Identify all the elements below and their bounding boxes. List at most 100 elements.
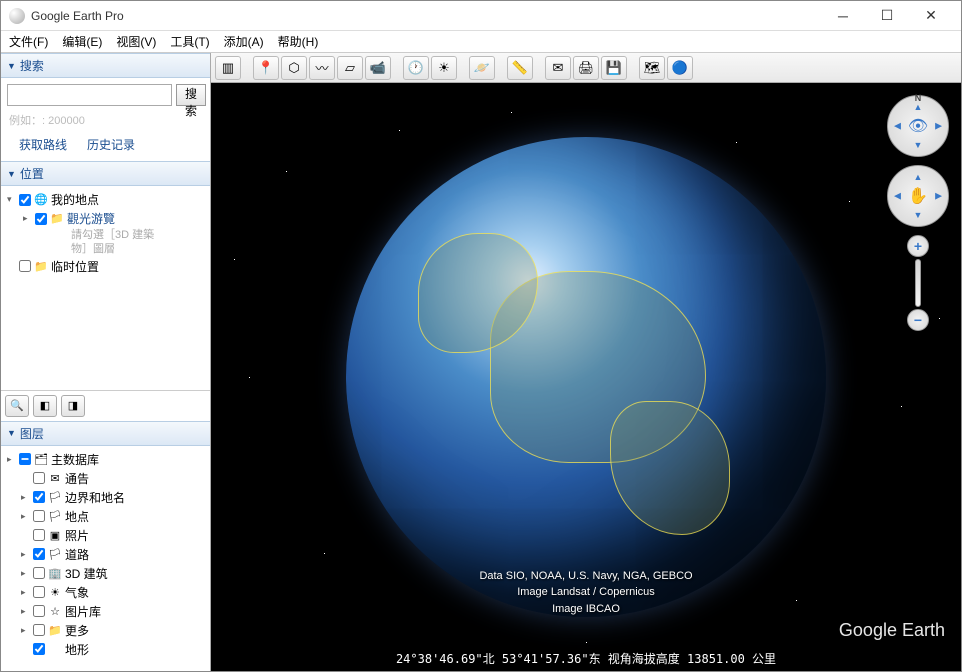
layer-checkbox[interactable] — [33, 643, 45, 655]
temp-checkbox[interactable] — [19, 260, 31, 272]
planet-button[interactable]: 🪐 — [469, 56, 495, 80]
get-directions-link[interactable]: 获取路线 — [19, 136, 67, 153]
layer-checkbox[interactable] — [33, 567, 45, 579]
tour-checkbox[interactable] — [35, 213, 47, 225]
layer-item[interactable]: 地形 — [5, 640, 206, 659]
layer-item[interactable]: ▸☆图片库 — [5, 602, 206, 621]
view-maps-button[interactable]: 🗺 — [639, 56, 665, 80]
search-places-button[interactable]: 🔍 — [5, 395, 29, 417]
expand-caret[interactable]: ▸ — [21, 625, 31, 636]
globe-viewport[interactable]: 👁 ▲ ▼ ◀ ▶ ✋ ▲ ▼ ◀ ▶ + − — [211, 83, 961, 671]
app-icon — [9, 8, 25, 24]
search-input[interactable] — [7, 84, 172, 106]
history-link[interactable]: 历史记录 — [87, 136, 135, 153]
menu-help[interactable]: 帮助(H) — [278, 33, 319, 50]
menu-add[interactable]: 添加(A) — [224, 33, 264, 50]
path-button[interactable]: 〰 — [309, 56, 335, 80]
save-image-button[interactable]: 💾 — [601, 56, 627, 80]
layers-tree: ▸🗂主数据库✉通告▸🏳边界和地名▸🏳地点▣照片▸🏳道路▸🏢3D 建筑▸☀气象▸☆… — [1, 446, 210, 671]
sphere-button[interactable]: 🔵 — [667, 56, 693, 80]
print-button[interactable]: 🖨 — [573, 56, 599, 80]
close-button[interactable]: ✕ — [909, 1, 953, 31]
polygon-button[interactable]: ⬡ — [281, 56, 307, 80]
expand-caret[interactable]: ▸ — [21, 511, 31, 522]
menu-view[interactable]: 视图(V) — [116, 33, 156, 50]
layers-panel-header[interactable]: 图层 — [1, 421, 210, 446]
window-title: Google Earth Pro — [31, 9, 821, 23]
expand-caret[interactable]: ▸ — [21, 587, 31, 598]
menu-edit[interactable]: 编辑(E) — [62, 33, 102, 50]
main-toolbar: ▥ 📍 ⬡ 〰 ▱ 📹 🕐 ☀ 🪐 📏 ✉ 🖨 💾 🗺 🔵 — [211, 53, 961, 83]
layer-checkbox[interactable] — [33, 491, 45, 503]
places-my-places[interactable]: ▾🌐我的地点 — [5, 190, 206, 209]
tour-hint: 請勾選［3D 建築物］圖層 — [21, 228, 206, 257]
layer-icon: ☀ — [47, 585, 63, 599]
layer-checkbox[interactable] — [33, 510, 45, 522]
email-button[interactable]: ✉ — [545, 56, 571, 80]
menu-tools[interactable]: 工具(T) — [170, 33, 209, 50]
layer-item[interactable]: ▸🏳边界和地名 — [5, 488, 206, 507]
history-button[interactable]: 🕐 — [403, 56, 429, 80]
overlay-button[interactable]: ▱ — [337, 56, 363, 80]
layer-item[interactable]: ▣照片 — [5, 526, 206, 545]
zoom-out-button[interactable]: − — [907, 309, 929, 331]
layer-checkbox[interactable] — [33, 586, 45, 598]
search-panel-header[interactable]: 搜索 — [1, 53, 210, 78]
hide-sidebar-button[interactable]: ▥ — [215, 56, 241, 80]
status-bar: 24°38'46.69"北 53°41'57.36"东 视角海拔高度 13851… — [211, 650, 961, 667]
layer-icon: 🏳 — [47, 509, 63, 523]
layer-checkbox[interactable] — [19, 453, 31, 465]
expand-caret[interactable]: ▸ — [21, 606, 31, 617]
titlebar: Google Earth Pro ─ ☐ ✕ — [1, 1, 961, 31]
layer-label: 3D 建筑 — [65, 565, 108, 582]
zoom-in-button[interactable]: + — [907, 235, 929, 257]
minimize-button[interactable]: ─ — [821, 1, 865, 31]
placemark-button[interactable]: 📍 — [253, 56, 279, 80]
expand-caret[interactable]: ▸ — [21, 549, 31, 560]
nav-compass[interactable]: 👁 ▲ ▼ ◀ ▶ — [887, 95, 949, 157]
view1-button[interactable]: ◧ — [33, 395, 57, 417]
ruler-button[interactable]: 📏 — [507, 56, 533, 80]
layer-checkbox[interactable] — [33, 529, 45, 541]
menubar: 文件(F) 编辑(E) 视图(V) 工具(T) 添加(A) 帮助(H) — [1, 31, 961, 53]
zoom-slider[interactable] — [915, 259, 921, 307]
my-places-checkbox[interactable] — [19, 194, 31, 206]
sunlight-button[interactable]: ☀ — [431, 56, 457, 80]
layer-item[interactable]: ▸☀气象 — [5, 583, 206, 602]
nav-pan[interactable]: ✋ ▲ ▼ ◀ ▶ — [887, 165, 949, 227]
view2-button[interactable]: ◨ — [61, 395, 85, 417]
layer-item[interactable]: ▸🏳道路 — [5, 545, 206, 564]
maximize-button[interactable]: ☐ — [865, 1, 909, 31]
layer-label: 边界和地名 — [65, 489, 125, 506]
nav-controls: 👁 ▲ ▼ ◀ ▶ ✋ ▲ ▼ ◀ ▶ + − — [887, 95, 949, 331]
attribution: Data SIO, NOAA, U.S. Navy, NGA, GEBCO Im… — [211, 568, 961, 618]
watermark: Google Earth — [839, 620, 945, 641]
globe[interactable] — [346, 137, 826, 617]
layer-item[interactable]: ✉通告 — [5, 469, 206, 488]
layer-label: 主数据库 — [51, 451, 99, 468]
layer-checkbox[interactable] — [33, 472, 45, 484]
expand-caret[interactable]: ▸ — [21, 492, 31, 503]
menu-file[interactable]: 文件(F) — [9, 33, 48, 50]
expand-caret[interactable]: ▸ — [21, 568, 31, 579]
folder-icon: 📁 — [49, 212, 65, 226]
layer-item[interactable]: ▸🏢3D 建筑 — [5, 564, 206, 583]
layer-checkbox[interactable] — [33, 548, 45, 560]
places-panel-header[interactable]: 位置 — [1, 161, 210, 186]
layer-item[interactable]: ▸📁更多 — [5, 621, 206, 640]
layer-label: 道路 — [65, 546, 89, 563]
layer-item[interactable]: ▸🗂主数据库 — [5, 450, 206, 469]
record-tour-button[interactable]: 📹 — [365, 56, 391, 80]
layer-icon: ▣ — [47, 528, 63, 542]
layer-checkbox[interactable] — [33, 605, 45, 617]
places-tour[interactable]: ▸📁觀光游覽 — [21, 209, 206, 228]
layer-label: 地点 — [65, 508, 89, 525]
places-temp[interactable]: 📁临时位置 — [5, 257, 206, 276]
globe-icon: 🌐 — [33, 193, 49, 207]
layer-checkbox[interactable] — [33, 624, 45, 636]
hand-icon: ✋ — [908, 186, 928, 206]
places-toolbar: 🔍 ◧ ◨ — [1, 390, 210, 421]
expand-caret[interactable]: ▸ — [7, 454, 17, 465]
search-button[interactable]: 搜索 — [176, 84, 206, 106]
layer-item[interactable]: ▸ 🏳地点 — [5, 507, 206, 526]
